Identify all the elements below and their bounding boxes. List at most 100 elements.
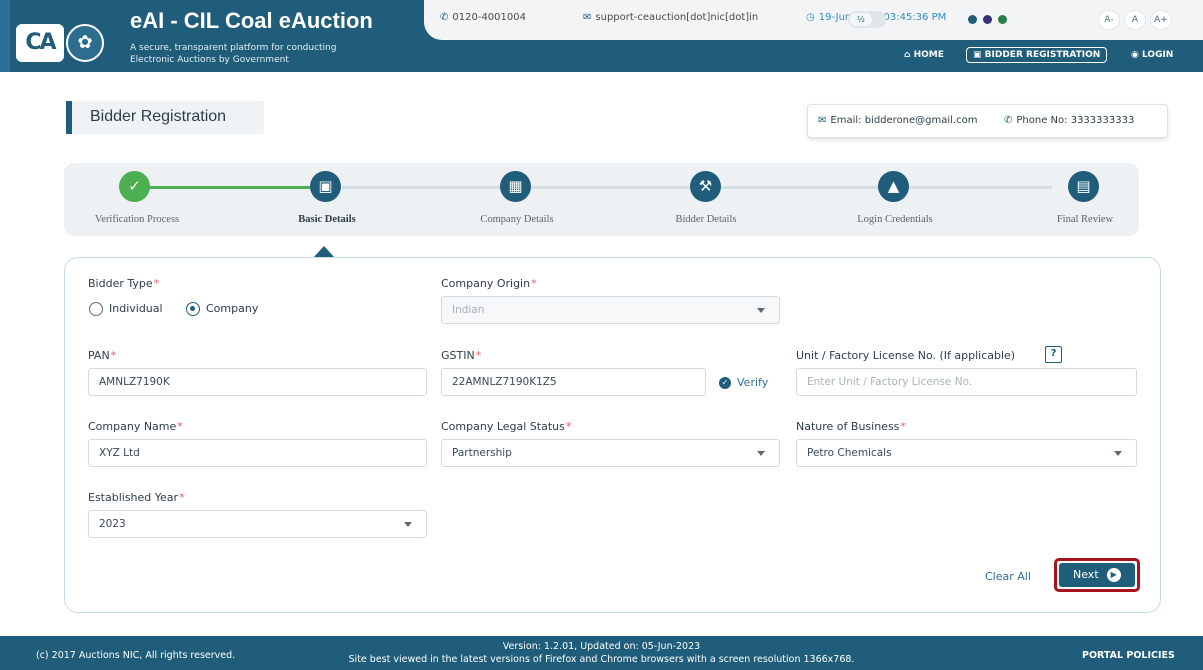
radio-company-circle bbox=[186, 302, 200, 316]
gstin-label-text: GSTIN bbox=[441, 349, 475, 362]
nature-of-business-label-text: Nature of Business bbox=[796, 420, 900, 433]
step-label-login-credentials[interactable]: Login Credentials bbox=[825, 214, 965, 225]
pan-label-text: PAN bbox=[88, 349, 110, 362]
company-origin-select[interactable]: Indian bbox=[441, 296, 780, 324]
chevron-down-icon bbox=[757, 451, 765, 456]
established-year-label: Established Year* bbox=[88, 491, 185, 504]
registrant-phone-value: 3333333333 bbox=[1070, 115, 1135, 126]
verify-gstin-button[interactable]: ✓ Verify bbox=[719, 376, 768, 389]
support-email[interactable]: ✉ support-ceauction[dot]nic[dot]in bbox=[583, 12, 758, 23]
step-verification-icon[interactable]: ✓ bbox=[119, 171, 150, 202]
step-label-company-details[interactable]: Company Details bbox=[447, 214, 587, 225]
gstin-input[interactable]: 22AMNLZ7190K1Z5 bbox=[441, 368, 706, 396]
home-icon: ⌂ bbox=[904, 50, 911, 60]
radio-individual[interactable]: Individual bbox=[89, 302, 163, 316]
step-company-details-icon[interactable]: ▦ bbox=[500, 171, 531, 202]
legal-status-label-text: Company Legal Status bbox=[441, 420, 565, 433]
registrant-email: ✉ Email: bidderone@gmail.com bbox=[818, 115, 978, 126]
version-info: Version: 1.2.01, Updated on: 05-Jun-2023… bbox=[0, 640, 1203, 666]
nav-home-label: HOME bbox=[913, 50, 944, 60]
helpline: ✆ 0120-4001004 bbox=[440, 12, 526, 23]
bidder-type-label-text: Bidder Type bbox=[88, 277, 153, 290]
step-label-verification[interactable]: Verification Process bbox=[67, 214, 207, 225]
legal-status-value: Partnership bbox=[452, 447, 512, 459]
required-mark: * bbox=[900, 420, 906, 433]
radio-individual-label: Individual bbox=[109, 302, 163, 315]
company-name-input[interactable]: XYZ Ltd bbox=[88, 439, 427, 467]
help-icon[interactable]: ? bbox=[1045, 346, 1062, 363]
nav-bidder-registration-label: BIDDER REGISTRATION bbox=[984, 50, 1101, 60]
step-label-basic-details[interactable]: Basic Details bbox=[257, 214, 397, 225]
site-header: CA ✿ eAI - CIL Coal eAuction A secure, t… bbox=[0, 0, 1203, 72]
browser-note: Site best viewed in the latest versions … bbox=[348, 654, 855, 665]
legal-status-label: Company Legal Status* bbox=[441, 420, 571, 433]
font-decrease-button[interactable]: A- bbox=[1098, 10, 1120, 30]
portal-policies-link[interactable]: PORTAL POLICIES bbox=[1082, 650, 1175, 661]
theme-dot-blue[interactable] bbox=[968, 15, 977, 24]
pan-label: PAN* bbox=[88, 349, 116, 362]
registrant-phone-label: Phone No: bbox=[1016, 115, 1068, 126]
nav-home[interactable]: ⌂ HOME bbox=[904, 50, 944, 60]
radio-individual-circle bbox=[89, 302, 103, 316]
arrow-right-icon: ▶ bbox=[1106, 568, 1121, 582]
next-button[interactable]: Next ▶ bbox=[1059, 563, 1135, 587]
step-label-final-review[interactable]: Final Review bbox=[1015, 214, 1155, 225]
company-origin-label: Company Origin* bbox=[441, 277, 537, 290]
nature-of-business-label: Nature of Business* bbox=[796, 420, 906, 433]
step-bidder-details-icon[interactable]: ⚒ bbox=[690, 171, 721, 202]
established-year-select[interactable]: 2023 bbox=[88, 510, 427, 538]
id-card-icon: ▣ bbox=[973, 50, 982, 60]
chevron-down-icon bbox=[757, 308, 765, 313]
check-circle-icon: ✓ bbox=[719, 377, 731, 389]
required-mark: * bbox=[475, 349, 482, 362]
step-basic-details-icon[interactable]: ▣ bbox=[310, 171, 341, 202]
chevron-down-icon bbox=[404, 522, 412, 527]
ca-logo[interactable]: CA bbox=[16, 24, 64, 62]
chevron-down-icon bbox=[1114, 451, 1122, 456]
contrast-toggle[interactable]: ½ bbox=[848, 11, 886, 28]
nav-login[interactable]: ◉ LOGIN bbox=[1131, 50, 1173, 60]
theme-dot-green[interactable] bbox=[998, 15, 1007, 24]
app-title: eAI - CIL Coal eAuction bbox=[130, 8, 373, 33]
contrast-toggle-knob: ½ bbox=[850, 13, 872, 26]
font-normal-button[interactable]: A bbox=[1124, 10, 1146, 30]
company-origin-value: Indian bbox=[452, 304, 485, 316]
radio-company[interactable]: Company bbox=[186, 302, 258, 316]
legal-status-select[interactable]: Partnership bbox=[441, 439, 780, 467]
pan-input[interactable]: AMNLZ7190K bbox=[88, 368, 427, 396]
required-mark: * bbox=[177, 420, 183, 433]
nav-bidder-registration[interactable]: ▣ BIDDER REGISTRATION bbox=[966, 47, 1108, 63]
font-increase-button[interactable]: A+ bbox=[1150, 10, 1172, 30]
required-mark: * bbox=[153, 277, 160, 290]
required-mark: * bbox=[179, 491, 185, 504]
clear-all-button[interactable]: Clear All bbox=[985, 570, 1031, 583]
company-name-label-text: Company Name bbox=[88, 420, 177, 433]
nature-of-business-select[interactable]: Petro Chemicals bbox=[796, 439, 1137, 467]
phone-icon: ✆ bbox=[440, 12, 449, 23]
registrant-email-label: Email: bbox=[830, 115, 862, 126]
required-mark: * bbox=[565, 420, 572, 433]
app-subtitle: A secure, transparent platform for condu… bbox=[130, 43, 337, 65]
required-mark: * bbox=[531, 277, 537, 290]
license-input[interactable]: Enter Unit / Factory License No. bbox=[796, 368, 1137, 396]
next-button-highlight: Next ▶ bbox=[1054, 558, 1140, 592]
required-mark: * bbox=[110, 349, 117, 362]
gstin-label: GSTIN* bbox=[441, 349, 481, 362]
registrant-contact-box: ✉ Email: bidderone@gmail.com ✆ Phone No: 3… bbox=[807, 104, 1168, 138]
step-login-credentials-icon[interactable]: ▲ bbox=[878, 171, 909, 202]
login-icon: ◉ bbox=[1131, 50, 1139, 60]
theme-dot-purple[interactable] bbox=[983, 15, 992, 24]
support-email-text: support-ceauction[dot]nic[dot]in bbox=[595, 12, 759, 23]
clock-icon: ◷ bbox=[806, 12, 815, 23]
mail-icon: ✉ bbox=[818, 115, 827, 126]
company-name-label: Company Name* bbox=[88, 420, 183, 433]
registrant-phone: ✆ Phone No: 3333333333 bbox=[1004, 115, 1134, 126]
step-label-bidder-details[interactable]: Bidder Details bbox=[636, 214, 776, 225]
verify-gstin-label: Verify bbox=[737, 376, 769, 389]
registration-stepper bbox=[64, 163, 1139, 236]
helpline-number: 0120-4001004 bbox=[452, 12, 526, 23]
nature-of-business-value: Petro Chemicals bbox=[807, 447, 892, 459]
version-text: Version: 1.2.01, Updated on: 05-Jun-2023 bbox=[502, 641, 701, 652]
step-final-review-icon[interactable]: ▤ bbox=[1068, 171, 1099, 202]
phone-icon: ✆ bbox=[1004, 115, 1013, 126]
